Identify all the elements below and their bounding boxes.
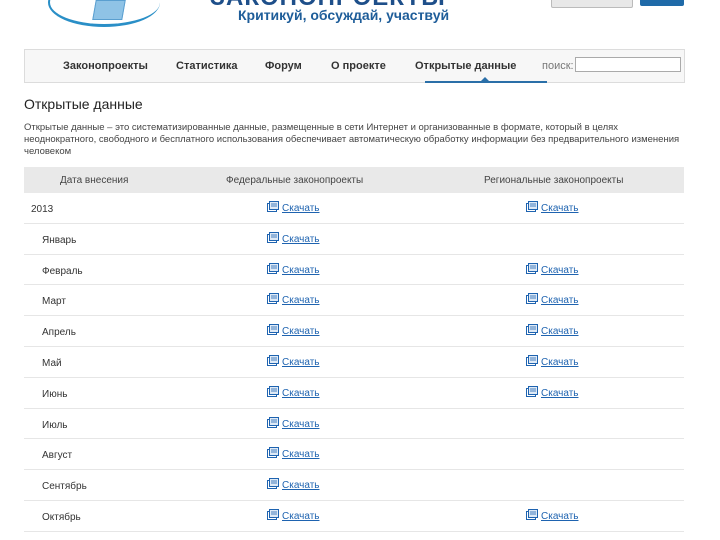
- download-link-label: Скачать: [282, 418, 320, 430]
- document-icon: [267, 508, 279, 520]
- nav-item-forum[interactable]: Форум: [265, 60, 302, 72]
- row-month-label: Апрель: [42, 327, 76, 339]
- download-link-label: Скачать: [541, 510, 579, 522]
- table-row: Февраль Скачать Скачать: [24, 255, 684, 286]
- download-federal-link[interactable]: Скачать: [267, 324, 320, 337]
- download-link-label: Скачать: [282, 387, 320, 399]
- document-icon: [267, 478, 279, 490]
- download-link-label: Скачать: [282, 480, 320, 492]
- header-button[interactable]: [551, 0, 633, 8]
- document-icon: [267, 385, 279, 397]
- download-link-label: Скачать: [541, 295, 579, 307]
- download-link-label: Скачать: [282, 264, 320, 276]
- row-month-label: Сентябрь: [42, 481, 87, 493]
- main-nav: Законопроекты Статистика Форум О проекте…: [24, 49, 685, 83]
- download-federal-link[interactable]: Скачать: [267, 354, 320, 368]
- download-regional-link[interactable]: Скачать: [526, 262, 579, 276]
- page-description: Открытые данные – это систематизированны…: [24, 122, 680, 157]
- document-icon: [267, 324, 279, 336]
- table-row: Июнь Скачать Скачать: [24, 378, 684, 409]
- search-label: поиск:: [542, 60, 574, 72]
- column-header-federal: Федеральные законопроекты: [226, 175, 364, 186]
- document-icon: [267, 354, 279, 366]
- download-link-label: Скачать: [541, 203, 579, 214]
- document-icon: [526, 324, 538, 336]
- download-link-label: Скачать: [541, 326, 579, 338]
- table-row: 2013 Скачать Скачать: [24, 193, 684, 224]
- nav-item-bills[interactable]: Законопроекты: [63, 60, 148, 72]
- row-month-label: Март: [42, 296, 66, 308]
- row-month-label: Май: [42, 357, 62, 369]
- nav-active-caret-icon: [480, 77, 490, 82]
- download-federal-link[interactable]: Скачать: [267, 416, 320, 430]
- table-row: Январь Скачать: [24, 224, 684, 255]
- document-icon: [526, 354, 538, 366]
- download-federal-link[interactable]: Скачать: [267, 478, 320, 491]
- download-link-label: Скачать: [282, 326, 320, 338]
- document-icon: [267, 293, 279, 305]
- table-row: Октябрь Скачать Скачать: [24, 501, 684, 532]
- document-icon: [526, 508, 538, 520]
- table-body: 2013 Скачать Скачать Январь Скачать Февраль Ск…: [24, 193, 684, 532]
- download-federal-link[interactable]: Скачать: [267, 385, 320, 399]
- download-link-label: Скачать: [541, 264, 579, 276]
- download-link-label: Скачать: [282, 356, 320, 368]
- download-federal-link[interactable]: Скачать: [267, 201, 320, 214]
- document-icon: [267, 262, 279, 274]
- download-link-label: Скачать: [282, 510, 320, 522]
- download-link-label: Скачать: [282, 233, 320, 245]
- row-month-label: Август: [42, 450, 73, 462]
- document-icon: [526, 385, 538, 397]
- row-month-label: Июнь: [42, 388, 68, 400]
- table-row: Апрель Скачать Скачать: [24, 316, 684, 347]
- document-icon: [526, 201, 538, 212]
- header-primary-button[interactable]: [640, 0, 684, 6]
- search-input[interactable]: [575, 57, 681, 72]
- table-row: Август Скачать: [24, 439, 684, 471]
- nav-item-about[interactable]: О проекте: [331, 60, 386, 72]
- table-row: Май Скачать Скачать: [24, 347, 684, 378]
- nav-item-open-data[interactable]: Открытые данные: [415, 60, 516, 72]
- document-icon: [267, 231, 279, 243]
- row-month-label: Июль: [42, 419, 68, 431]
- download-regional-link[interactable]: Скачать: [526, 201, 579, 214]
- column-header-date: Дата внесения: [60, 175, 129, 186]
- document-icon: [526, 262, 538, 274]
- download-federal-link[interactable]: Скачать: [267, 447, 320, 460]
- row-month-label: Февраль: [42, 265, 83, 277]
- table-row: Сентябрь Скачать: [24, 470, 684, 501]
- document-icon: [267, 416, 279, 428]
- open-data-table: Дата внесения Федеральные законопроекты …: [24, 167, 684, 532]
- download-link-label: Скачать: [282, 203, 320, 214]
- document-icon: [267, 447, 279, 459]
- document-icon: [267, 201, 279, 212]
- download-regional-link[interactable]: Скачать: [526, 354, 579, 368]
- download-regional-link[interactable]: Скачать: [526, 508, 579, 522]
- document-icon: [526, 293, 538, 305]
- download-link-label: Скачать: [541, 387, 579, 399]
- table-row: Март Скачать Скачать: [24, 285, 684, 317]
- download-federal-link[interactable]: Скачать: [267, 231, 320, 245]
- row-month-label: Октябрь: [42, 511, 81, 523]
- download-federal-link[interactable]: Скачать: [267, 262, 320, 276]
- site-tagline: Критикуй, обсуждай, участвуй: [238, 7, 450, 23]
- download-regional-link[interactable]: Скачать: [526, 293, 579, 306]
- table-header: Дата внесения Федеральные законопроекты …: [24, 167, 684, 193]
- download-federal-link[interactable]: Скачать: [267, 508, 320, 522]
- download-link-label: Скачать: [541, 356, 579, 368]
- row-month-label: Январь: [42, 234, 77, 246]
- page-title: Открытые данные: [24, 96, 143, 112]
- download-regional-link[interactable]: Скачать: [526, 324, 579, 337]
- logo-documents-icon: [92, 0, 126, 20]
- table-row: Июль Скачать: [24, 409, 684, 440]
- download-regional-link[interactable]: Скачать: [526, 385, 579, 399]
- download-link-label: Скачать: [282, 449, 320, 461]
- download-link-label: Скачать: [282, 295, 320, 307]
- download-federal-link[interactable]: Скачать: [267, 293, 320, 306]
- nav-item-statistics[interactable]: Статистика: [176, 60, 238, 72]
- column-header-regional: Региональные законопроекты: [484, 175, 624, 186]
- site-header: ЗАКОНОПРОЕКТЫ Критикуй, обсуждай, участв…: [0, 0, 720, 40]
- row-year-label: 2013: [31, 204, 54, 215]
